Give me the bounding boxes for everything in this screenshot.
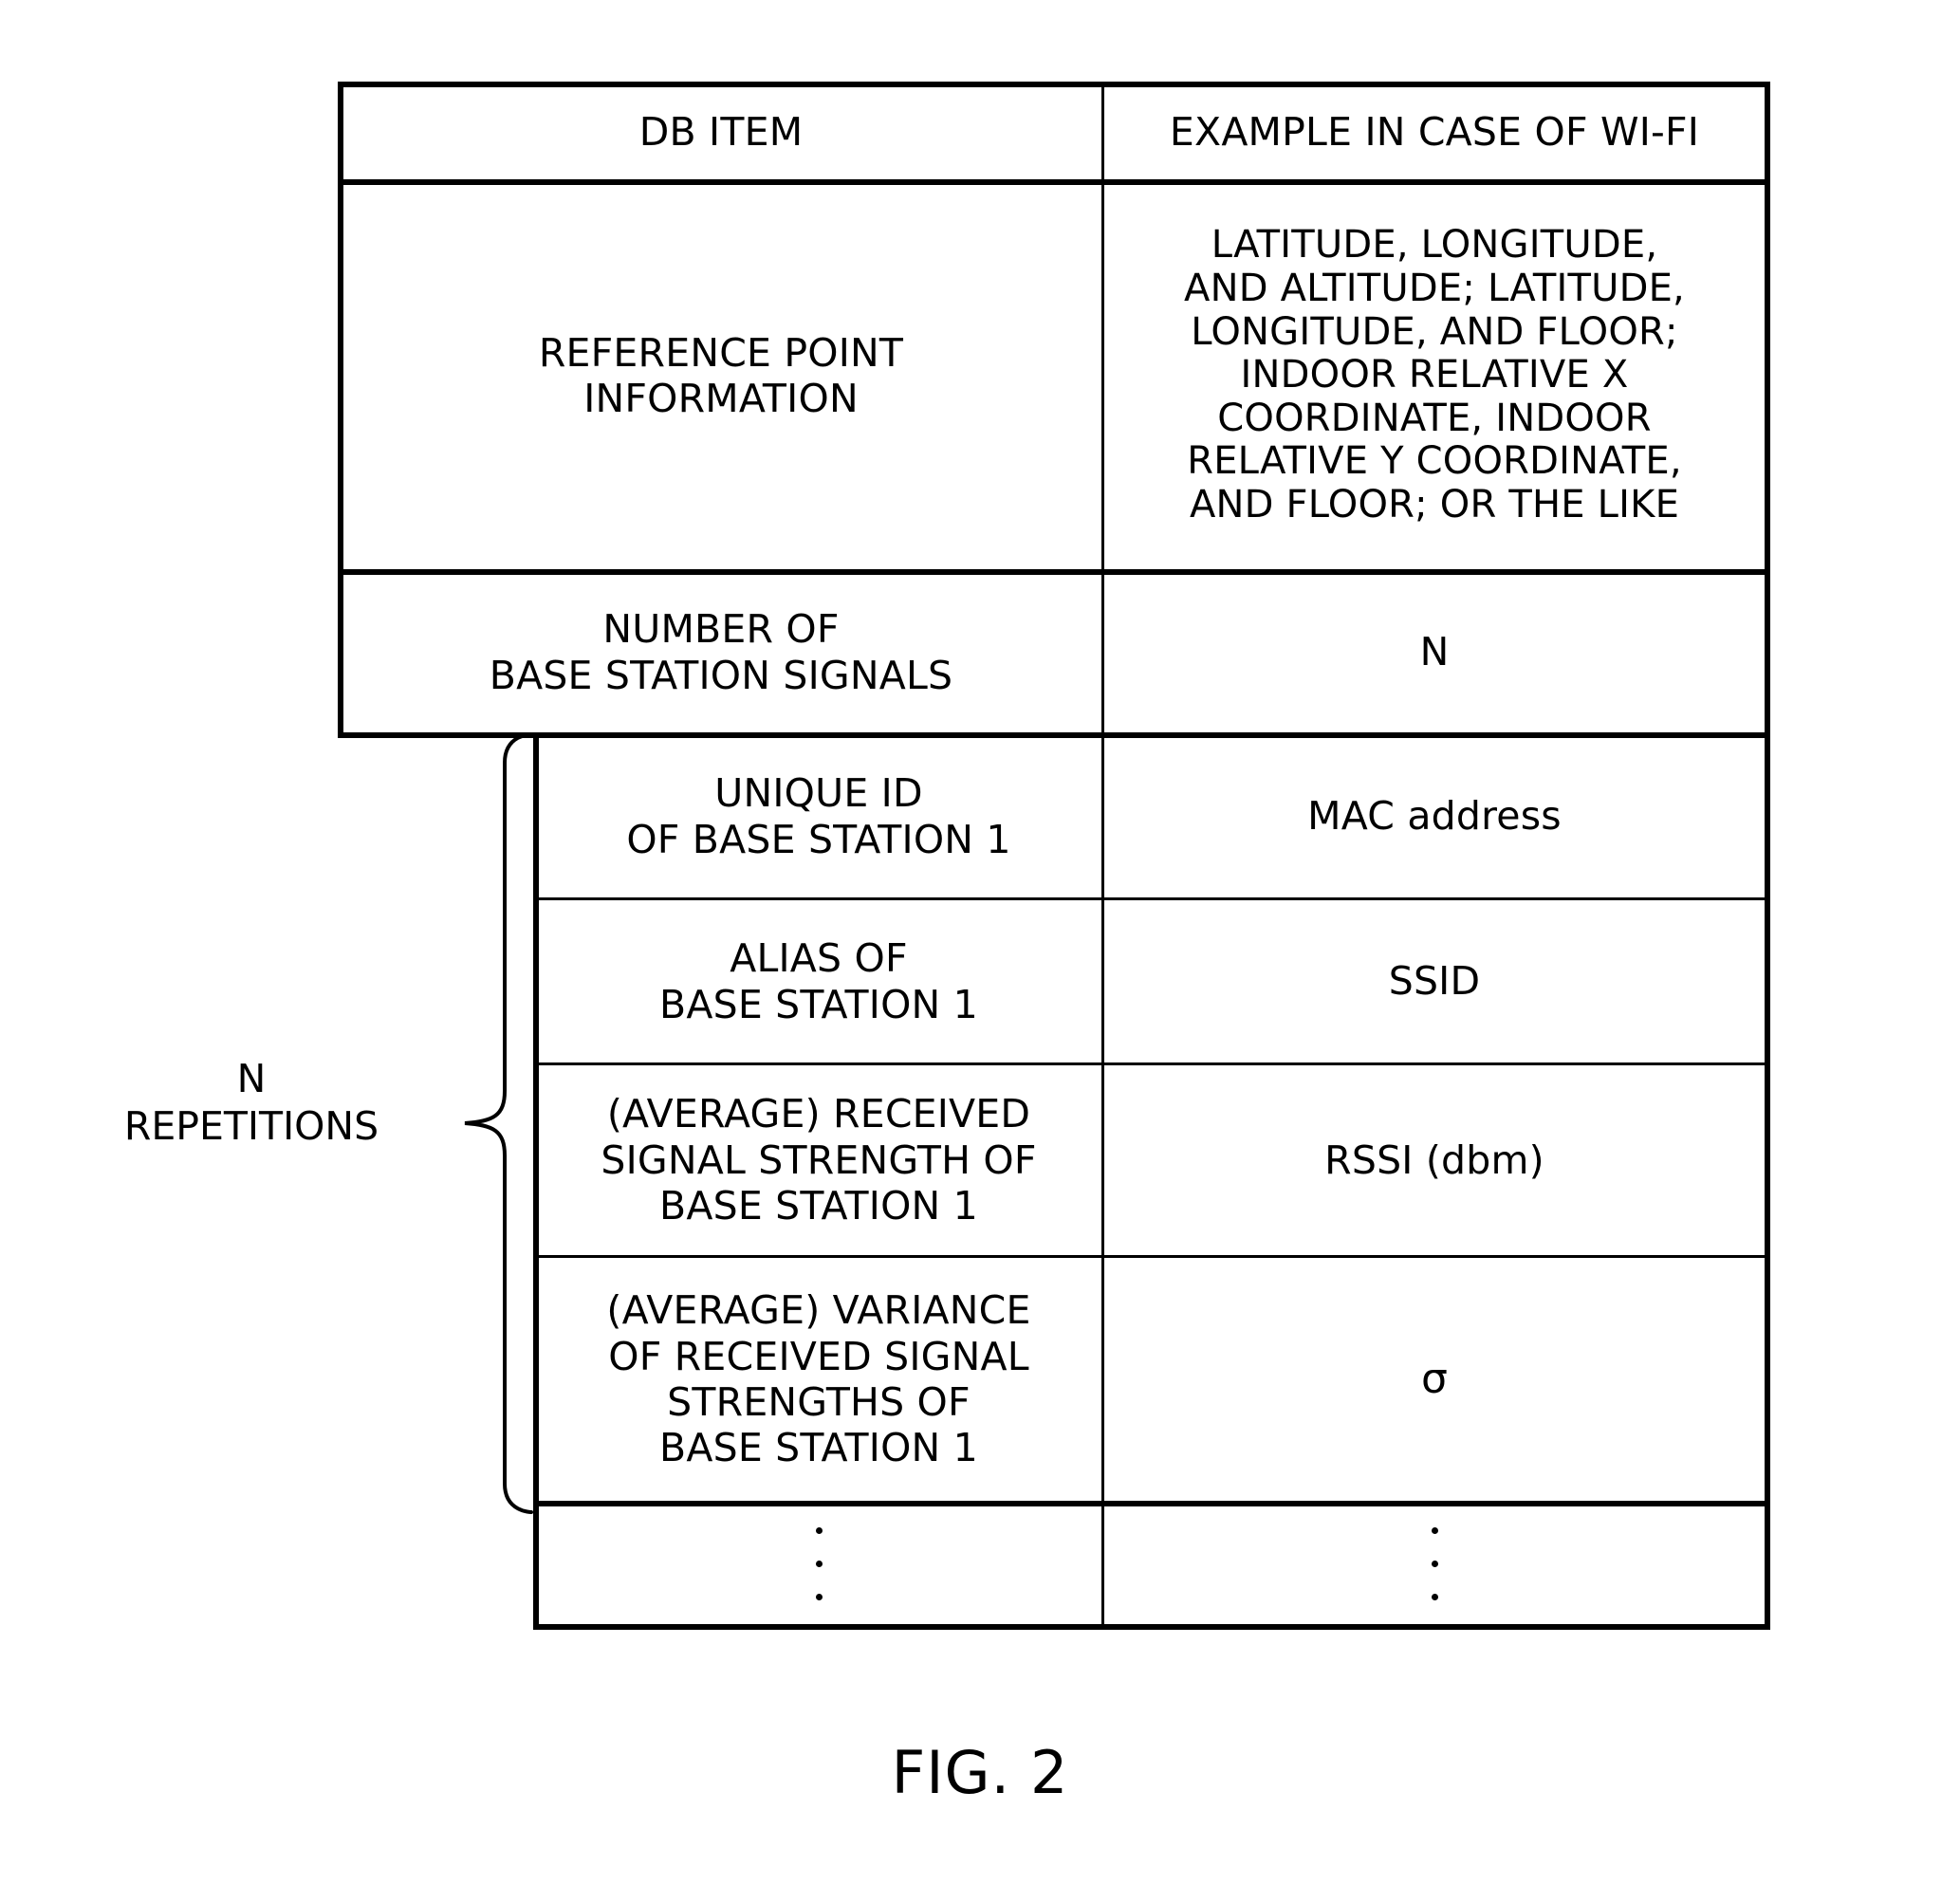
cell-item-alias: ALIAS OF BASE STATION 1 (536, 900, 1101, 1062)
cell-item-variance-text: (AVERAGE) VARIANCE OF RECEIVED SIGNAL STRE… (606, 1287, 1031, 1471)
cell-item-unique-id: UNIQUE ID OF BASE STATION 1 (536, 735, 1101, 897)
cell-example-number-of-signals: N (1104, 572, 1765, 732)
cell-example-reference-point-text: LATITUDE, LONGITUDE, AND ALTITUDE; LATITU… (1184, 223, 1685, 527)
cell-example-reference-point: LATITUDE, LONGITUDE, AND ALTITUDE; LATITU… (1104, 182, 1765, 569)
cell-item-unique-id-text: UNIQUE ID OF BASE STATION 1 (626, 770, 1011, 862)
ellipsis-dot (815, 1561, 823, 1567)
cell-item-ellipsis (536, 1504, 1101, 1624)
n-repetitions-brace-icon (464, 732, 533, 1514)
cell-example-unique-id-text: MAC address (1307, 793, 1562, 840)
header-example-text: EXAMPLE IN CASE OF WI-FI (1169, 108, 1700, 155)
cell-item-reference-point-text: REFERENCE POINT INFORMATION (538, 329, 904, 421)
cell-item-reference-point: REFERENCE POINT INFORMATION (341, 182, 1101, 569)
cell-example-alias-text: SSID (1388, 958, 1481, 1005)
cell-example-unique-id: MAC address (1104, 735, 1765, 897)
ellipsis-dot (815, 1594, 823, 1600)
table-bottom-border (533, 1624, 1770, 1630)
cell-item-rssi-text: (AVERAGE) RECEIVED SIGNAL STRENGTH OF BASE… (601, 1091, 1037, 1229)
n-repetitions-line-1: N (236, 1056, 267, 1101)
cell-example-ellipsis (1104, 1504, 1765, 1624)
header-cell-db-item: DB ITEM (341, 84, 1101, 179)
cell-example-rssi-text: RSSI (dbm) (1324, 1136, 1544, 1183)
cell-example-variance-text: σ (1420, 1355, 1449, 1404)
cell-example-alias: SSID (1104, 900, 1765, 1062)
cell-item-number-of-signals-text: NUMBER OF BASE STATION SIGNALS (489, 606, 953, 698)
header-cell-example: EXAMPLE IN CASE OF WI-FI (1104, 84, 1765, 179)
cell-item-number-of-signals: NUMBER OF BASE STATION SIGNALS (341, 572, 1101, 732)
ellipsis-dot (1431, 1527, 1438, 1534)
n-repetitions-line-2: REPETITIONS (123, 1103, 379, 1150)
patent-figure: DB ITEM EXAMPLE IN CASE OF WI-FI REFEREN… (0, 0, 1960, 1903)
cell-item-variance: (AVERAGE) VARIANCE OF RECEIVED SIGNAL STRE… (536, 1258, 1101, 1501)
cell-item-alias-text: ALIAS OF BASE STATION 1 (659, 935, 978, 1027)
ellipsis-dot (815, 1527, 823, 1534)
cell-example-variance: σ (1104, 1258, 1765, 1501)
cell-item-rssi: (AVERAGE) RECEIVED SIGNAL STRENGTH OF BASE… (536, 1065, 1101, 1255)
n-repetitions-label: N REPETITIONS (57, 1055, 446, 1150)
figure-caption: FIG. 2 (891, 1738, 1069, 1807)
table-right-border (1765, 82, 1770, 1630)
ellipsis-dot (1431, 1594, 1438, 1600)
header-db-item-text: DB ITEM (638, 108, 804, 155)
cell-example-rssi: RSSI (dbm) (1104, 1065, 1765, 1255)
ellipsis-dot (1431, 1561, 1438, 1567)
cell-example-number-of-signals-text: N (1419, 629, 1450, 675)
